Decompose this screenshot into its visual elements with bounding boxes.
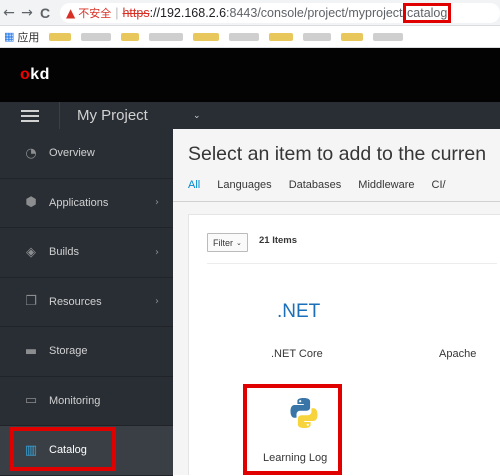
bookmark-blurred[interactable] xyxy=(303,32,332,41)
sidebar-item-label: Monitoring xyxy=(49,394,101,407)
filter-button[interactable]: Filter ⌄ xyxy=(207,233,248,252)
apps-grid-icon[interactable]: ▦ xyxy=(4,30,14,43)
hdd-icon: ▬ xyxy=(24,343,38,359)
catalog-highlight-box xyxy=(10,427,116,471)
copy-icon: ❐ xyxy=(25,294,37,310)
logo-o: o xyxy=(20,66,31,83)
tab-all[interactable]: All xyxy=(188,179,200,191)
chevron-right-icon: › xyxy=(155,296,159,308)
desktop-icon: ▭ xyxy=(24,393,38,409)
bookmark-blurred[interactable] xyxy=(229,32,260,41)
sidebar-item-label: Builds xyxy=(49,246,79,259)
address-bar[interactable]: ▲ 不安全 | https://192.168.2.6:8443/console… xyxy=(60,2,500,23)
masthead: okd xyxy=(0,48,500,102)
apps-bookmark[interactable]: 应用 xyxy=(17,29,39,45)
chevron-right-icon: › xyxy=(155,246,159,258)
hamburger-icon xyxy=(20,109,39,122)
tab-middleware[interactable]: Middleware xyxy=(358,179,414,191)
item-count: 21 Items xyxy=(259,235,298,246)
cubes-icon: ⬢ xyxy=(25,195,37,211)
warning-icon: ▲ xyxy=(66,5,76,20)
url-separator: | xyxy=(115,5,119,20)
chevron-down-icon[interactable]: ⌄ xyxy=(193,111,201,121)
chevron-right-icon: › xyxy=(155,197,159,209)
sidebar-item-applications[interactable]: ⬢ Applications › xyxy=(0,179,173,228)
logo-kd: kd xyxy=(30,66,50,83)
back-button[interactable]: ← xyxy=(0,2,18,24)
sidebar-item-builds[interactable]: ◈ Builds › xyxy=(0,228,173,278)
bookmark-blurred[interactable] xyxy=(373,32,404,41)
tab-ci[interactable]: CI/ xyxy=(432,179,446,191)
sidebar-item-overview[interactable]: ◔ Overview xyxy=(0,129,173,179)
tile-apache[interactable]: Apache xyxy=(439,348,476,360)
category-tabs: All Languages Databases Middleware CI/ xyxy=(188,179,463,191)
dashboard-icon: ◔ xyxy=(25,145,37,161)
catalog-card: Filter ⌄ 21 Items .NET .NET Core Apache … xyxy=(188,214,500,475)
okd-logo[interactable]: okd xyxy=(20,66,50,84)
sidebar-item-label: Resources xyxy=(49,295,102,308)
sidebar-item-resources[interactable]: ❐ Resources › xyxy=(0,278,173,327)
url-scheme: https xyxy=(122,5,150,20)
chevron-down-icon: ⌄ xyxy=(236,238,242,247)
sidebar-item-label: Overview xyxy=(49,147,95,160)
layers-icon: ◈ xyxy=(26,244,36,260)
bookmarks-bar: ▦ 应用 xyxy=(0,26,500,48)
project-bar: My Project ⌄ xyxy=(0,102,500,129)
bookmark-blurred[interactable] xyxy=(81,32,112,41)
insecure-label[interactable]: 不安全 xyxy=(78,5,111,21)
bookmark-blurred[interactable] xyxy=(121,32,140,41)
sidebar-item-monitoring[interactable]: ▭ Monitoring xyxy=(0,377,173,426)
bookmark-blurred[interactable] xyxy=(193,32,220,41)
bookmark-blurred[interactable] xyxy=(49,32,72,41)
bookmark-blurred[interactable] xyxy=(149,32,184,41)
page-title: Select an item to add to the curren xyxy=(188,143,487,165)
url-catalog-highlight: catalog xyxy=(402,2,452,23)
forward-button[interactable]: → xyxy=(18,2,36,24)
url-path: :8443/console/project/myproject/ xyxy=(226,5,407,20)
back-arrow-icon: ← xyxy=(3,4,15,21)
reload-icon: C xyxy=(39,4,51,21)
bookmark-blurred[interactable] xyxy=(269,32,294,41)
tab-databases[interactable]: Databases xyxy=(289,179,342,191)
reload-button[interactable]: C xyxy=(36,2,54,24)
learning-log-highlight-box xyxy=(243,384,342,475)
sidebar-item-label: Applications xyxy=(49,196,109,209)
dotnet-logo[interactable]: .NET xyxy=(277,301,320,323)
browser-toolbar: ← → C ▲ 不安全 | https://192.168.2.6:8443/c… xyxy=(0,0,500,26)
project-name[interactable]: My Project xyxy=(77,107,187,124)
sidebar-item-storage[interactable]: ▬ Storage xyxy=(0,327,173,377)
forward-arrow-icon: → xyxy=(21,4,33,21)
bookmark-blurred[interactable] xyxy=(341,32,364,41)
tab-languages[interactable]: Languages xyxy=(217,179,271,191)
url-host: ://192.168.2.6 xyxy=(149,5,227,20)
nav-toggle-button[interactable] xyxy=(0,102,60,129)
filter-label: Filter xyxy=(213,237,233,248)
sidebar-item-label: Storage xyxy=(49,345,88,358)
card-divider xyxy=(207,263,497,264)
tabs-divider xyxy=(173,201,500,202)
tile-dotnet-core[interactable]: .NET Core xyxy=(271,348,323,360)
sidebar: ◔ Overview ⬢ Applications › ◈ Builds › ❐… xyxy=(0,129,173,476)
